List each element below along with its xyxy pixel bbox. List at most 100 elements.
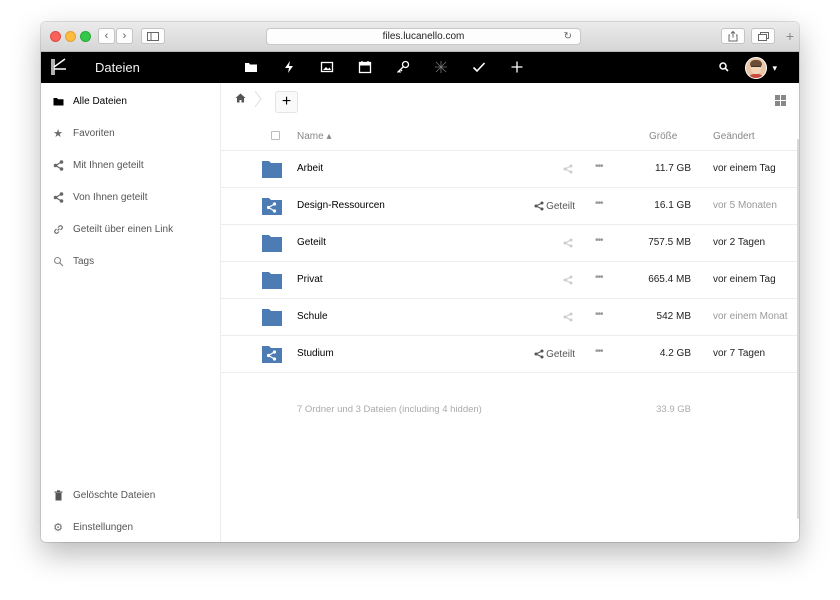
app-calendar[interactable] <box>346 58 384 76</box>
table-row[interactable]: Studium Geteilt ••• 4.2 GB vor 7 Tagen <box>221 336 799 373</box>
tabs-icon <box>757 31 769 41</box>
folder-icon <box>52 96 64 107</box>
file-size: 4.2 GB <box>659 348 691 359</box>
tabs-button[interactable] <box>751 28 775 44</box>
sidebar-item-label: Mit Ihnen geteilt <box>73 159 144 171</box>
sidebar-item-shared-by-link[interactable]: Geteilt über einen Link <box>41 213 221 245</box>
tasks-icon <box>472 62 486 73</box>
shared-folder-icon <box>262 198 282 215</box>
table-row[interactable]: Design-Ressourcen Geteilt ••• 16.1 GB vor 5 … <box>221 188 799 225</box>
browser-window: ‹ › files.lucanello.com ↻ + Dateien ▾ Al… <box>41 22 799 542</box>
calendar-icon <box>358 61 372 74</box>
summary-total-size: 33.9 GB <box>656 404 691 415</box>
back-icon: ‹ <box>104 30 109 42</box>
share-button[interactable] <box>531 161 575 177</box>
share-button[interactable]: Geteilt <box>531 198 575 214</box>
tag-icon <box>52 256 64 267</box>
sidebar-item-label: Einstellungen <box>73 521 134 533</box>
sidebar-item-shared-by-you[interactable]: Von Ihnen geteilt <box>41 181 221 213</box>
sidebar-item-settings[interactable]: ⚙ Einstellungen <box>41 511 221 542</box>
column-size[interactable]: Größe <box>649 131 677 142</box>
sidebar: Alle Dateien ★ Favoriten Mit Ihnen getei… <box>41 83 221 542</box>
app-more[interactable] <box>498 58 536 76</box>
share-icon <box>534 201 544 211</box>
table-row[interactable]: Schule ••• 542 MB vor einem Monat <box>221 299 799 336</box>
logo-icon[interactable] <box>50 58 68 76</box>
minimize-window-button[interactable] <box>65 31 76 42</box>
home-icon[interactable] <box>235 93 246 106</box>
star-icon: ★ <box>53 127 63 140</box>
sidebar-item-favorites[interactable]: ★ Favoriten <box>41 117 221 149</box>
share-icon <box>52 191 64 203</box>
share-page-button[interactable] <box>721 28 745 44</box>
share-button[interactable] <box>531 272 575 288</box>
file-name[interactable]: Studium <box>297 348 334 359</box>
forward-button[interactable]: › <box>116 28 133 44</box>
sidebar-item-label: Gelöschte Dateien <box>73 489 156 501</box>
share-label: Geteilt <box>546 348 575 360</box>
app-gallery[interactable] <box>308 58 346 76</box>
sidebar-item-label: Geteilt über einen Link <box>73 223 174 235</box>
share-icon <box>563 312 573 322</box>
sidebar-item-label: Favoriten <box>73 127 115 139</box>
app-activity[interactable] <box>270 58 308 76</box>
deck-icon <box>435 61 447 73</box>
sidebar-item-all-files[interactable]: Alle Dateien <box>41 85 221 117</box>
summary-text: 7 Ordner und 3 Dateien (including 4 hidd… <box>297 404 482 415</box>
table-row[interactable]: Geteilt ••• 757.5 MB vor 2 Tagen <box>221 225 799 262</box>
table-row[interactable]: Privat ••• 665.4 MB vor einem Tag <box>221 262 799 299</box>
sidebar-toggle-button[interactable] <box>141 28 165 44</box>
breadcrumb-separator <box>254 90 262 108</box>
share-button[interactable] <box>531 309 575 325</box>
chevron-down-icon[interactable]: ▾ <box>772 63 777 74</box>
file-name[interactable]: Arbeit <box>297 163 323 174</box>
new-file-button[interactable]: + <box>275 91 298 113</box>
app-passwords[interactable] <box>384 58 422 76</box>
share-icon <box>563 164 573 174</box>
search-icon[interactable] <box>719 61 730 75</box>
close-window-button[interactable] <box>50 31 61 42</box>
back-button[interactable]: ‹ <box>98 28 115 44</box>
address-bar[interactable]: files.lucanello.com ↻ <box>266 28 581 45</box>
column-name[interactable]: Name ▴ <box>297 131 331 142</box>
grid-view-icon[interactable] <box>775 95 786 106</box>
folder-icon <box>245 63 257 72</box>
reload-icon[interactable]: ↻ <box>564 29 572 44</box>
share-button[interactable] <box>531 235 575 251</box>
url-text: files.lucanello.com <box>382 31 465 42</box>
file-modified: vor einem Tag <box>713 274 776 285</box>
sidebar-item-shared-with-you[interactable]: Mit Ihnen geteilt <box>41 149 221 181</box>
column-modified[interactable]: Geändert <box>713 131 755 142</box>
file-modified: vor einem Monat <box>713 311 788 322</box>
folder-icon <box>262 161 282 178</box>
new-tab-button[interactable]: + <box>781 28 799 45</box>
file-size: 16.1 GB <box>654 200 691 211</box>
sidebar-item-deleted-files[interactable]: Gelöschte Dateien <box>41 479 221 511</box>
app-files[interactable] <box>232 58 270 76</box>
file-summary: 7 Ordner und 3 Dateien (including 4 hidd… <box>221 404 799 424</box>
share-sheet-icon <box>728 30 738 41</box>
avatar[interactable] <box>745 57 768 79</box>
file-name[interactable]: Schule <box>297 311 328 322</box>
table-row[interactable]: Arbeit ••• 11.7 GB vor einem Tag <box>221 151 799 188</box>
browser-toolbar: ‹ › files.lucanello.com ↻ + <box>41 22 799 52</box>
sidebar-item-tags[interactable]: Tags <box>41 245 221 277</box>
share-button[interactable]: Geteilt <box>531 346 575 362</box>
select-all-checkbox[interactable] <box>271 131 280 140</box>
trash-icon <box>52 489 64 501</box>
file-table-header: Name ▴ Größe Geändert <box>221 121 799 151</box>
activity-icon <box>285 61 293 73</box>
app-deck[interactable] <box>422 58 460 76</box>
scrollbar[interactable] <box>797 139 799 519</box>
file-modified: vor einem Tag <box>713 163 776 174</box>
share-icon <box>563 275 573 285</box>
file-name[interactable]: Geteilt <box>297 237 326 248</box>
app-title: Dateien <box>95 60 140 75</box>
gallery-icon <box>320 61 334 73</box>
file-name[interactable]: Design-Ressourcen <box>297 200 385 211</box>
file-name[interactable]: Privat <box>297 274 323 285</box>
zoom-window-button[interactable] <box>80 31 91 42</box>
file-size: 757.5 MB <box>648 237 691 248</box>
app-tasks[interactable] <box>460 58 498 76</box>
sidebar-item-label: Von Ihnen geteilt <box>73 191 148 203</box>
